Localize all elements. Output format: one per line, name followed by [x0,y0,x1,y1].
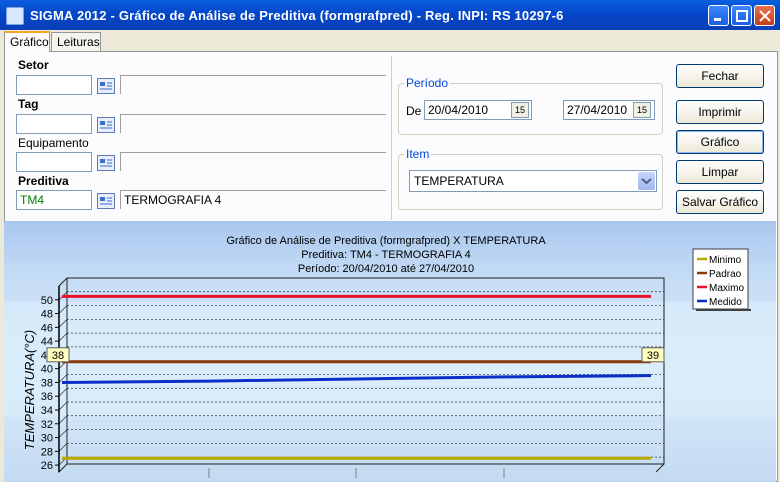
legend-label: Medido [709,297,742,308]
chart-subtitle-1: Preditiva: TM4 - TERMOGRAFIA 4 [301,249,471,261]
legend-label: Maximo [709,283,744,294]
imprimir-button[interactable]: Imprimir [676,100,764,124]
item-title: Item [404,147,432,161]
y-tick-label: 30 [41,433,53,445]
setor-desc-field [120,75,386,94]
window-title: SIGMA 2012 - Gráfico de Análise de Predi… [30,8,564,23]
item-select[interactable]: TEMPERATURA [409,170,657,192]
chevron-down-icon[interactable] [638,172,655,190]
end-calendar-icon[interactable]: 15 [633,102,651,118]
y-tick-label: 48 [41,309,53,321]
setor-label: Setor [18,58,49,72]
value-callout-label: 39 [647,350,659,362]
legend-shadow [696,309,751,311]
equipamento-desc-field [120,152,386,171]
limpar-button[interactable]: Limpar [676,160,764,184]
y-tick-label: 26 [41,460,53,472]
y-tick-label: 36 [41,391,53,403]
close-icon [759,10,771,22]
chart-subtitle-2: Período: 20/04/2010 até 27/04/2010 [298,263,474,275]
y-tick-label: 50 [41,295,53,307]
y-tick-label: 46 [41,322,53,334]
legend: Minimo Padrao Maximo Medido [692,248,751,311]
tag-label: Tag [18,97,39,111]
equipamento-code-input[interactable] [16,152,92,172]
minimize-button[interactable] [708,5,729,26]
tag-desc-field [120,114,386,133]
tag-code-input[interactable] [16,114,92,134]
preditiva-lookup-icon[interactable] [97,193,115,209]
equipamento-label: Equipamento [18,136,89,150]
periodo-title: Período [404,76,451,90]
y-tick-label: 28 [41,446,53,458]
close-button[interactable] [754,5,775,26]
app-icon [6,7,24,25]
chart-title: Gráfico de Análise de Preditiva (formgra… [226,235,546,247]
preditiva-code-input[interactable]: TM4 [16,190,92,210]
tab-leituras[interactable]: Leituras [51,32,101,51]
maximize-button[interactable] [731,5,752,26]
divider [391,56,392,220]
de-label: De [406,104,422,118]
preditiva-label: Preditiva [18,174,69,188]
y-tick-label: 32 [41,419,53,431]
y-tick-label: 38 [41,377,53,389]
y-tick-label: 34 [41,405,53,417]
fechar-button[interactable]: Fechar [676,64,764,88]
chart: Gráfico de Análise de Preditiva (formgra… [4,221,776,482]
y-tick-label: 44 [41,336,53,348]
preditiva-desc-field: TERMOGRAFIA 4 [120,190,386,209]
setor-code-input[interactable] [16,75,92,95]
value-callout-label: 38 [52,350,64,362]
equipamento-lookup-icon[interactable] [97,155,115,171]
start-calendar-icon[interactable]: 15 [511,102,529,118]
legend-label: Padrao [709,269,742,280]
setor-lookup-icon[interactable] [97,78,115,94]
item-select-value: TEMPERATURA [414,174,504,188]
y-axis-label: TEMPERATURA(°C) [22,330,37,451]
legend-label: Minimo [709,255,742,266]
title-bar: SIGMA 2012 - Gráfico de Análise de Predi… [0,0,780,30]
grafico-button[interactable]: Gráfico [676,130,764,154]
tab-grafico[interactable]: Gráfico [4,31,50,52]
tag-lookup-icon[interactable] [97,117,115,133]
y-tick-label: 40 [41,364,53,376]
salvar-grafico-button[interactable]: Salvar Gráfico [676,190,764,214]
minimize-icon [714,18,721,21]
maximize-icon [736,10,748,22]
